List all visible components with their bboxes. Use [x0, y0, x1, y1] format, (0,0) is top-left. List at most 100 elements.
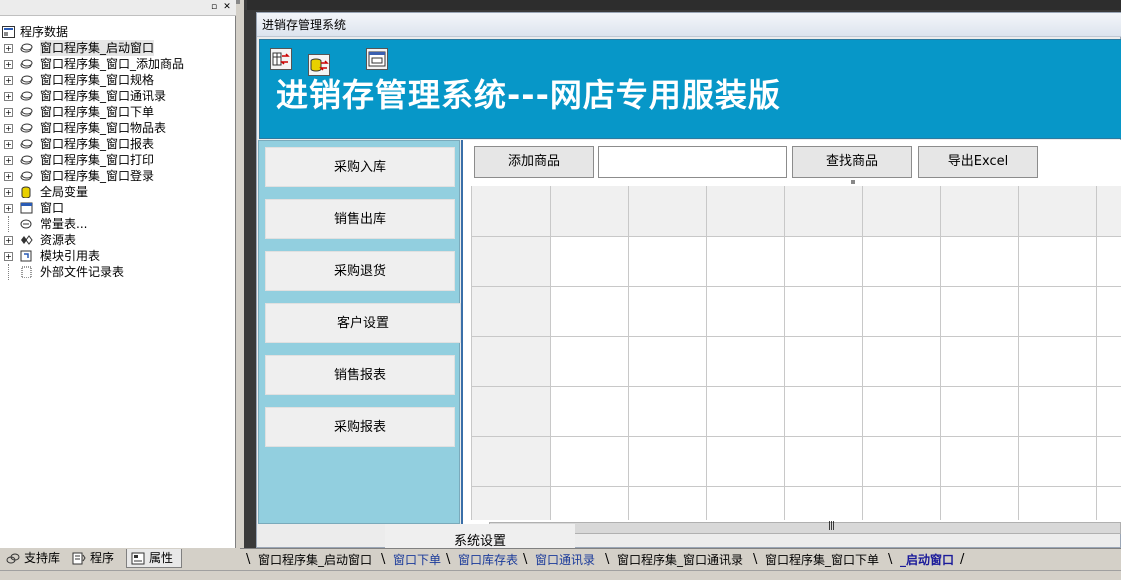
- tab-program-label: 程序: [90, 551, 115, 565]
- editor-tab[interactable]: 窗口程序集_窗口通讯录: [617, 551, 743, 569]
- tab-program[interactable]: 程序: [68, 549, 124, 568]
- tree-item-label: 模块引用表: [40, 249, 101, 263]
- grid-lines: [472, 186, 1121, 520]
- library-icon: [6, 553, 20, 564]
- window-assembly-icon: [20, 43, 33, 53]
- tree-item-label: 窗口程序集_窗口_添加商品: [40, 57, 185, 71]
- tree-item-label: 窗口程序集_启动窗口: [40, 40, 155, 56]
- sidebar-button[interactable]: 销售报表: [265, 355, 455, 395]
- tab-properties-label: 属性: [149, 551, 174, 565]
- main-panel: 添加商品 查找商品 导出Excel: [461, 140, 1121, 524]
- data-grid[interactable]: [471, 186, 1121, 520]
- project-panel-tabs: 支持库 程序 属性: [0, 548, 240, 570]
- tab-separator: \: [605, 552, 610, 567]
- tab-separator: \: [523, 552, 528, 567]
- editor-tab[interactable]: 窗口通讯录: [535, 551, 595, 569]
- external-file-icon: [21, 266, 32, 278]
- tab-separator: \: [446, 552, 451, 567]
- global-variable-icon: [21, 186, 31, 198]
- system-settings-button[interactable]: 系统设置: [385, 524, 575, 548]
- expand-icon[interactable]: +: [4, 140, 13, 149]
- tab-support-library-label: 支持库: [24, 551, 61, 565]
- editor-tab[interactable]: _启动窗口: [900, 551, 954, 569]
- sidebar-button[interactable]: 客户设置: [265, 303, 461, 343]
- expand-icon[interactable]: +: [4, 124, 13, 133]
- expand-icon[interactable]: +: [4, 188, 13, 197]
- window-assembly-icon: [20, 91, 33, 101]
- window-assembly-icon: [20, 123, 33, 133]
- expand-icon[interactable]: +: [4, 156, 13, 165]
- window-assembly-icon: [20, 59, 33, 69]
- grid-header-row: [472, 186, 1121, 236]
- export-excel-button[interactable]: 导出Excel: [918, 146, 1038, 178]
- editor-tab[interactable]: 窗口下单: [393, 551, 441, 569]
- header-banner: 进销存管理系统---网店专用服装版: [259, 39, 1121, 139]
- expand-icon[interactable]: +: [4, 172, 13, 181]
- expand-icon[interactable]: +: [4, 92, 13, 101]
- properties-icon: [131, 552, 145, 565]
- window-icon: [20, 202, 33, 214]
- tree-item-label: 窗口程序集_窗口登录: [40, 169, 155, 183]
- expand-icon[interactable]: +: [4, 236, 13, 245]
- expand-icon[interactable]: +: [4, 44, 13, 53]
- editor-tab[interactable]: 窗口库存表: [458, 551, 518, 569]
- expand-icon[interactable]: +: [4, 60, 13, 69]
- tree-item-label: 窗口程序集_窗口报表: [40, 137, 155, 151]
- add-product-button[interactable]: 添加商品: [474, 146, 594, 178]
- tab-separator: /: [960, 552, 965, 567]
- find-product-button[interactable]: 查找商品: [792, 146, 912, 178]
- window-assembly-icon: [20, 107, 33, 117]
- tree-item-label: 窗口程序集_窗口下单: [40, 105, 155, 119]
- window-assembly-icon: [20, 139, 33, 149]
- constant-table-icon: [20, 219, 32, 229]
- tree-item-label: 资源表: [40, 233, 77, 247]
- tab-properties[interactable]: 属性: [126, 549, 182, 568]
- tree-item-label: 窗口程序集_窗口规格: [40, 73, 155, 87]
- project-panel-titlebar: ▫ ✕: [0, 0, 236, 16]
- table-link-icon[interactable]: [270, 48, 292, 70]
- expand-icon[interactable]: +: [4, 108, 13, 117]
- restore-icon[interactable]: ▫: [208, 2, 220, 13]
- banner-title: 进销存管理系统---网店专用服装版: [276, 76, 781, 114]
- tree-item-label: 窗口程序集_窗口打印: [40, 153, 155, 167]
- tab-separator: \: [246, 552, 251, 567]
- sidebar-menu: 采购入库销售出库采购退货客户设置销售报表采购报表: [258, 140, 461, 524]
- program-data-icon: [2, 26, 15, 38]
- editor-tab[interactable]: 窗口程序集_启动窗口: [258, 551, 372, 569]
- expand-icon[interactable]: +: [4, 204, 13, 213]
- scrollbar-grip-icon: |||: [828, 521, 835, 531]
- tree-item-label: 全局变量: [40, 185, 89, 199]
- form-caption: 进销存管理系统: [257, 13, 1121, 37]
- horizontal-scrollbar[interactable]: |||: [489, 521, 1121, 534]
- search-input[interactable]: [598, 146, 787, 178]
- module-reference-icon: [20, 250, 32, 262]
- window-assembly-icon: [20, 75, 33, 85]
- editor-top-strip: [247, 0, 1121, 10]
- window-assembly-icon: [20, 171, 33, 181]
- tree-item-label: 窗口程序集_窗口通讯录: [40, 89, 167, 103]
- tree-item-label: 窗口: [40, 201, 65, 215]
- expand-icon[interactable]: +: [4, 252, 13, 261]
- resource-table-icon: [21, 235, 33, 245]
- tree-item-label: 外部文件记录表: [40, 265, 125, 279]
- tab-separator: \: [888, 552, 893, 567]
- tree-item-label: 常量表...: [40, 217, 88, 231]
- dialog-window-icon[interactable]: [366, 48, 388, 70]
- editor-tab[interactable]: 窗口程序集_窗口下单: [765, 551, 879, 569]
- sidebar-button[interactable]: 采购报表: [265, 407, 455, 447]
- window-assembly-icon: [20, 155, 33, 165]
- tab-support-library[interactable]: 支持库: [2, 549, 66, 568]
- program-icon: [72, 552, 86, 565]
- sidebar-button[interactable]: 采购退货: [265, 251, 455, 291]
- project-panel: ▫ ✕ 程序数据 + 窗口程序集_启动窗口 + 窗口程序集_窗口_添加商品 + 窗口程序集…: [0, 0, 240, 548]
- tab-separator: \: [753, 552, 758, 567]
- tab-separator: \: [381, 552, 386, 567]
- sidebar-button[interactable]: 采购入库: [265, 147, 455, 187]
- editor-tabs: \ 窗口程序集_启动窗口 \ 窗口下单 \ 窗口库存表 \ 窗口通讯录 \ 窗口程序集_窗口通讯录…: [240, 548, 1121, 570]
- expand-icon[interactable]: +: [4, 76, 13, 85]
- tree-root-label: 程序数据: [20, 25, 69, 39]
- close-icon[interactable]: ✕: [221, 2, 233, 13]
- status-bar: [0, 570, 1121, 580]
- tree-item-label: 窗口程序集_窗口物品表: [40, 121, 167, 135]
- sidebar-button[interactable]: 销售出库: [265, 199, 455, 239]
